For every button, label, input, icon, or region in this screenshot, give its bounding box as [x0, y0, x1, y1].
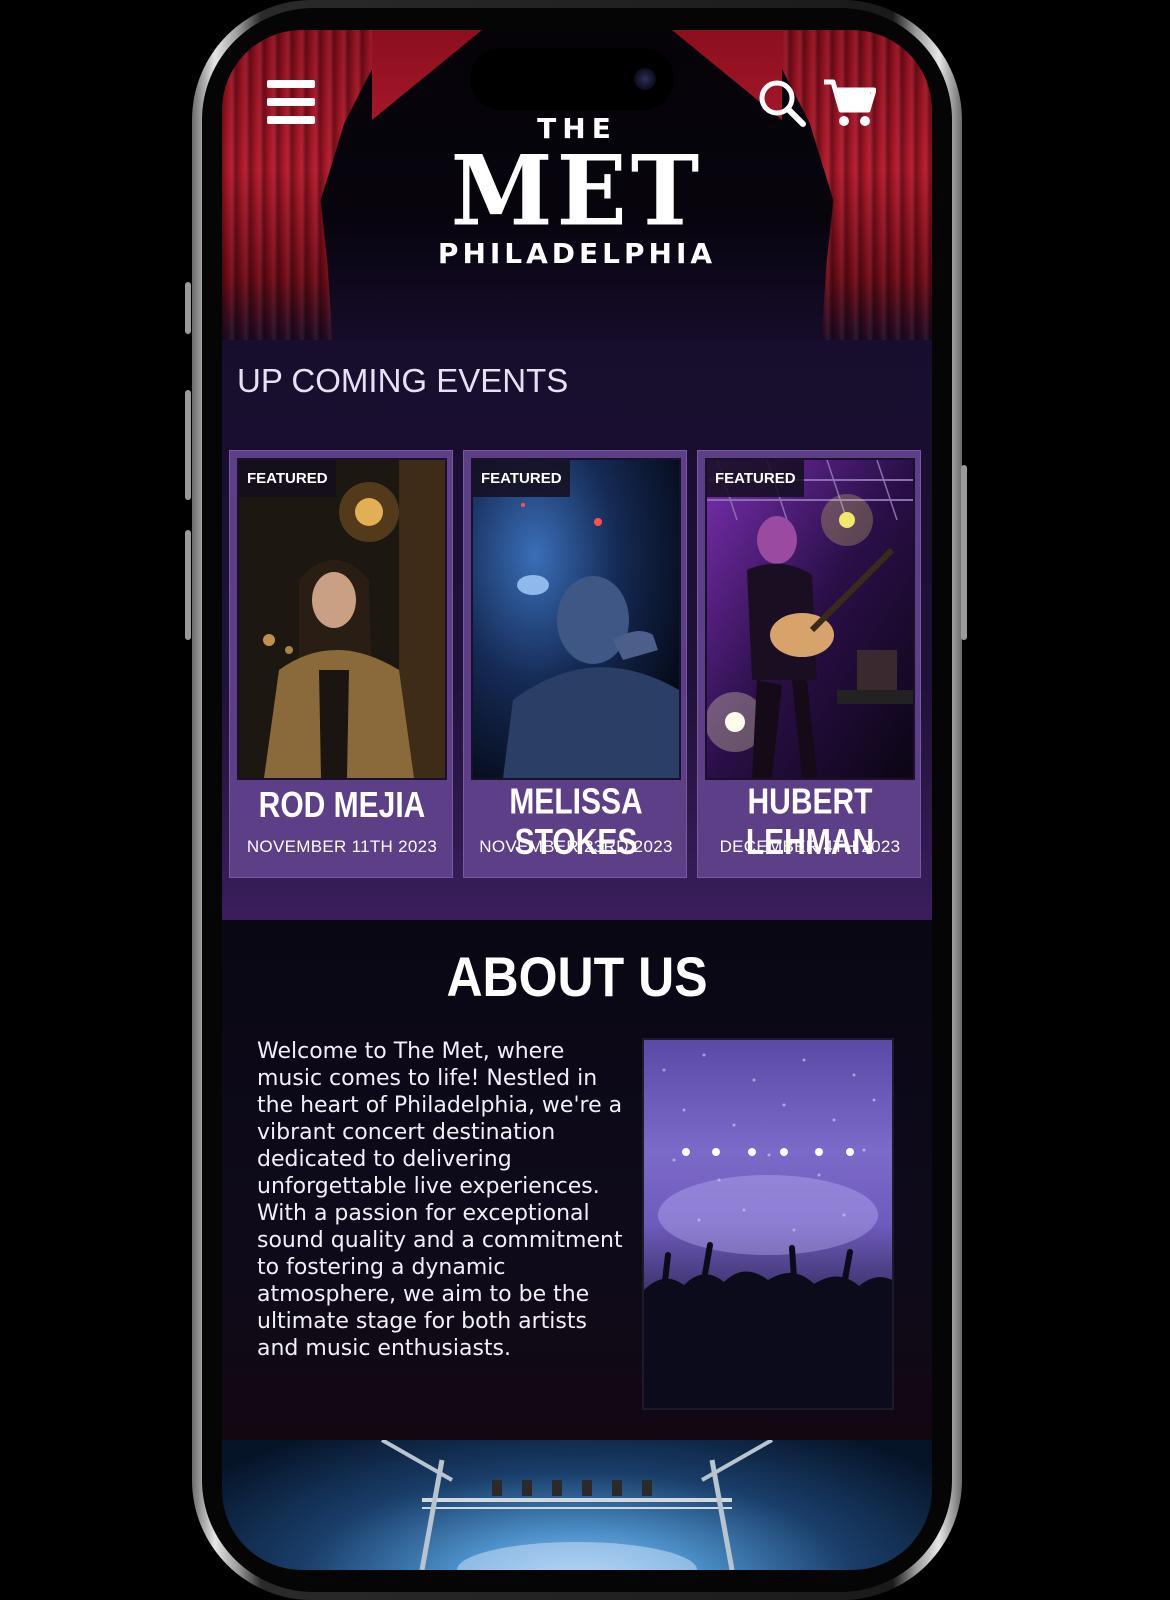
- events-heading: UP COMING EVENTS: [237, 362, 569, 399]
- event-photo-melissa-stokes: FEATURED: [471, 458, 681, 780]
- featured-badge: FEATURED: [473, 460, 570, 497]
- featured-badge: FEATURED: [239, 460, 336, 497]
- shopping-cart-icon[interactable]: [822, 78, 877, 128]
- concert-crowd-photo: [642, 1038, 894, 1410]
- event-photo-hubert-lehman: FEATURED: [705, 458, 915, 780]
- event-date: NOVEMBER 23RD 2023: [479, 837, 673, 856]
- curtain-left-image: [222, 30, 392, 340]
- event-photo-rod-mejia: FEATURED: [237, 458, 447, 780]
- about-body-text: Welcome to The Met, where music comes to…: [257, 1039, 623, 1361]
- logo-met-text: MET: [450, 134, 704, 248]
- stage-lights-banner: [222, 1440, 932, 1570]
- site-header: THE MET PHILADELPHIA: [222, 30, 932, 340]
- curtain-left-drape: [372, 30, 482, 120]
- site-logo[interactable]: THE MET PHILADELPHIA: [432, 112, 722, 270]
- about-us-section: ABOUT US Welcome to The Met, where music…: [222, 920, 932, 1440]
- featured-badge: FEATURED: [707, 460, 804, 497]
- volume-down-button: [185, 530, 191, 640]
- hamburger-menu-icon[interactable]: [267, 80, 315, 124]
- about-heading: ABOUT US: [446, 945, 708, 1009]
- search-icon[interactable]: [757, 78, 807, 128]
- volume-up-button: [185, 390, 191, 500]
- event-card-hubert-lehman[interactable]: FEATURED HUBERT LEHMAN DECEMBER 4TH 2023: [697, 450, 921, 878]
- event-date: NOVEMBER 11TH 2023: [246, 837, 438, 856]
- front-camera: [634, 68, 656, 90]
- upcoming-events-section: UP COMING EVENTS FEATURED ROD MEJIA NOVE…: [222, 340, 932, 920]
- event-card-melissa-stokes[interactable]: FEATURED MELISSA STOKES NOVEMBER 23RD 20…: [463, 450, 687, 878]
- event-card-rod-mejia[interactable]: FEATURED ROD MEJIA NOVEMBER 11TH 2023: [229, 450, 453, 878]
- power-button: [961, 465, 967, 640]
- event-date: DECEMBER 4TH 2023: [719, 837, 901, 856]
- curtain-right-image: [762, 30, 932, 340]
- app-screen: THE MET PHILADELPHIA UP COMING EVENTS FE…: [222, 30, 932, 1570]
- mute-switch: [185, 282, 191, 334]
- event-artist-name: ROD MEJIA: [258, 785, 426, 826]
